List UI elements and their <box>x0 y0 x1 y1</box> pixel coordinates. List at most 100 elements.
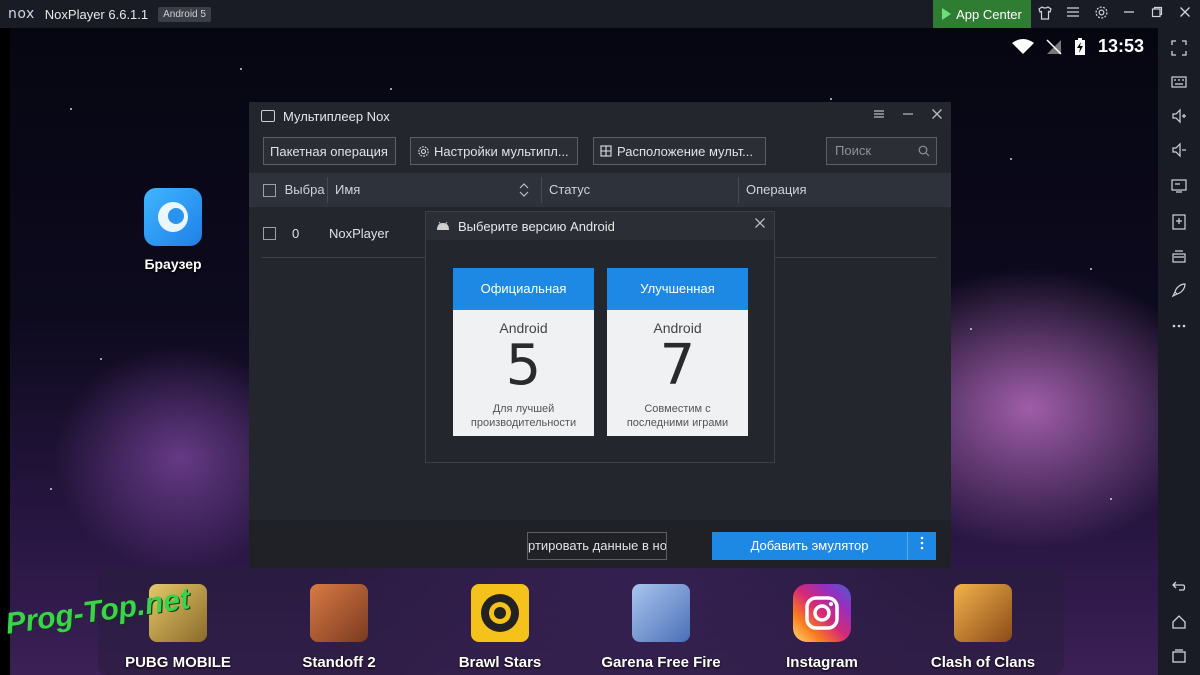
keyboard-icon[interactable] <box>1171 74 1187 90</box>
add-emulator-button[interactable]: Добавить эмулятор <box>712 532 936 560</box>
search-placeholder: Поиск <box>835 143 872 158</box>
operation-column-label: Операция <box>746 182 807 197</box>
shirt-skin-icon[interactable] <box>1036 5 1054 23</box>
dock-app-brawl-stars[interactable]: Brawl Stars <box>430 584 570 671</box>
more-vertical-icon <box>920 536 924 550</box>
add-emulator-label: Добавить эмулятор <box>750 538 869 553</box>
home-icon[interactable] <box>1171 614 1187 630</box>
dialog-title: Выберите версию Android <box>458 218 615 234</box>
card-description: Совместим с последними играми <box>626 403 729 429</box>
standoff-icon <box>310 584 368 642</box>
dock-app-label: Standoff 2 <box>302 654 376 671</box>
dock-app-label: PUBG MOBILE <box>125 654 231 671</box>
batch-operation-label: Пакетная операция <box>270 143 388 159</box>
no-signal-icon <box>1046 38 1062 55</box>
desktop-app-label: Браузер <box>144 256 202 272</box>
app-center-label: App Center <box>956 6 1022 22</box>
rocket-icon[interactable] <box>1171 282 1187 298</box>
screen-icon[interactable] <box>1171 178 1187 194</box>
gear-icon <box>418 145 429 157</box>
dock-app-label: Brawl Stars <box>458 654 542 671</box>
card-version: 5 <box>505 333 542 398</box>
dock-app-standoff[interactable]: Standoff 2 <box>269 584 409 671</box>
minimize-icon[interactable] <box>1120 5 1138 23</box>
android-version-badge: Android 5 <box>158 6 211 22</box>
android-version-dialog: Выберите версию Android Официальная Andr… <box>425 211 775 463</box>
dock-app-label: Garena Free Fire <box>601 654 721 671</box>
layout-grid-icon <box>600 145 612 157</box>
more-options-icon[interactable] <box>1171 318 1187 334</box>
volume-up-icon[interactable] <box>1171 108 1187 124</box>
browser-icon <box>144 188 202 246</box>
android-status-bar: 13:53 <box>1011 36 1144 57</box>
android-icon <box>437 221 449 230</box>
menu-icon[interactable] <box>871 107 887 123</box>
window-title: NoxPlayer 6.6.1.1 <box>44 6 149 22</box>
multiplayer-title-bar: Мультиплеер Nox <box>261 102 390 130</box>
brawl-stars-icon <box>471 584 529 642</box>
clash-of-clans-icon <box>954 584 1012 642</box>
apk-install-icon[interactable] <box>1171 214 1187 230</box>
app-dock: PUBG MOBILE Standoff 2 Brawl Stars Garen… <box>98 568 1064 675</box>
add-emulator-more-button[interactable] <box>907 532 936 560</box>
name-column[interactable]: Имя <box>335 173 360 207</box>
wifi-icon <box>1011 38 1034 54</box>
close-icon[interactable] <box>1176 5 1194 23</box>
gear-icon[interactable] <box>1092 5 1110 23</box>
dock-app-label: Instagram <box>786 654 858 671</box>
nox-logo: nox <box>8 6 35 22</box>
select-all-column[interactable]: Выбра <box>263 173 325 207</box>
multiplayer-icon <box>261 110 275 122</box>
multiplayer-footer: ртировать данные в ное Добавить эмулятор <box>249 520 951 568</box>
export-data-label: ртировать данные в ное <box>528 538 667 553</box>
fullscreen-icon[interactable] <box>1171 40 1187 56</box>
dialog-title-bar: Выберите версию Android <box>426 212 774 240</box>
search-input[interactable]: Поиск <box>826 137 937 165</box>
desktop-app-browser[interactable]: Браузер <box>138 188 208 272</box>
battery-charging-icon <box>1074 37 1085 55</box>
operation-column: Операция <box>746 173 807 207</box>
free-fire-icon <box>632 584 690 642</box>
card-header: Официальная <box>453 268 594 310</box>
multiplayer-settings-label: Настройки мультипл... <box>434 143 569 159</box>
dock-app-free-fire[interactable]: Garena Free Fire <box>591 584 731 671</box>
export-data-button[interactable]: ртировать данные в ное <box>527 532 667 560</box>
select-all-checkbox[interactable] <box>263 184 276 198</box>
restore-icon[interactable] <box>1148 5 1166 23</box>
dock-app-instagram[interactable]: Instagram <box>752 584 892 671</box>
close-icon[interactable] <box>752 217 768 233</box>
row-name: NoxPlayer <box>329 226 389 241</box>
app-center-button[interactable]: App Center <box>933 0 1031 28</box>
clock: 13:53 <box>1097 36 1144 56</box>
layout-label: Расположение мульт... <box>617 143 753 159</box>
search-icon[interactable] <box>918 145 930 157</box>
play-store-icon <box>942 8 952 20</box>
android-7-card[interactable]: Улучшенная Android 7 Совместим с последн… <box>607 268 748 436</box>
batch-operation-button[interactable]: Пакетная операция <box>263 137 396 165</box>
instances-table-header: Выбра Имя Статус Операция <box>249 173 951 207</box>
right-toolbar <box>1158 28 1200 675</box>
close-icon[interactable] <box>929 107 945 123</box>
back-icon[interactable] <box>1171 578 1187 594</box>
dock-app-clash-of-clans[interactable]: Clash of Clans <box>913 584 1053 671</box>
multiplayer-settings-button[interactable]: Настройки мультипл... <box>410 137 578 165</box>
card-version: 7 <box>659 333 696 398</box>
multi-instance-icon[interactable] <box>1171 248 1187 264</box>
multiplayer-title: Мультиплеер Nox <box>283 108 390 124</box>
layout-button[interactable]: Расположение мульт... <box>593 137 766 165</box>
row-checkbox[interactable] <box>263 227 276 240</box>
select-column-label: Выбра <box>284 182 325 197</box>
status-column: Статус <box>549 173 590 207</box>
minimize-icon[interactable] <box>900 107 916 123</box>
volume-down-icon[interactable] <box>1171 142 1187 158</box>
instagram-icon <box>793 584 851 642</box>
card-description: Для лучшей производительности <box>470 403 577 429</box>
card-header: Улучшенная <box>607 268 748 310</box>
sort-icon[interactable] <box>519 183 529 197</box>
recent-apps-icon[interactable] <box>1171 648 1187 664</box>
status-column-label: Статус <box>549 182 591 197</box>
menu-icon[interactable] <box>1064 5 1082 23</box>
dock-app-label: Clash of Clans <box>930 654 1036 671</box>
name-column-label: Имя <box>335 182 361 197</box>
android-5-card[interactable]: Официальная Android 5 Для лучшей произво… <box>453 268 594 436</box>
